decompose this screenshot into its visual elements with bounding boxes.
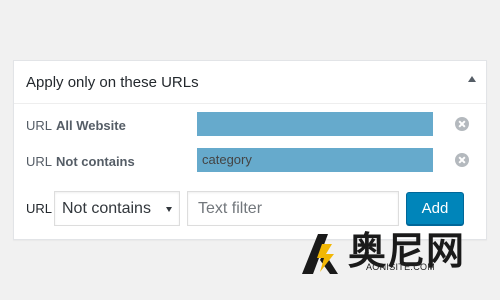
condition-select-value: Not contains: [62, 200, 151, 217]
add-rule-row: URL Not contains Add: [14, 191, 486, 227]
rule-condition-label: All Website: [56, 118, 126, 133]
dropdown-arrow-icon: [166, 207, 172, 212]
text-filter-input[interactable]: [187, 191, 399, 226]
collapse-up-icon[interactable]: [468, 76, 476, 82]
rule-row: URL All Website: [14, 112, 486, 138]
add-button[interactable]: Add: [406, 192, 464, 225]
rule-type-label: URL: [26, 118, 53, 133]
watermark: 奥尼网 AONISITE.COM: [298, 228, 498, 298]
panel-header: Apply only on these URLs: [14, 61, 486, 104]
watermark-site: AONISITE.COM: [366, 262, 436, 272]
rule-type-label: URL: [26, 154, 53, 169]
aonisite-logo-icon: [302, 234, 338, 274]
rule-value: [197, 112, 433, 136]
rule-value: category: [197, 148, 433, 172]
panel-title: Apply only on these URLs: [26, 74, 199, 91]
add-rule-type-label: URL: [26, 201, 53, 216]
remove-rule-icon[interactable]: [455, 117, 469, 131]
rule-condition-label: Not contains: [56, 154, 135, 169]
condition-select[interactable]: Not contains: [54, 191, 180, 226]
rule-row: URL Not contains category: [14, 148, 486, 174]
url-rules-panel: Apply only on these URLs URL All Website…: [13, 60, 487, 240]
remove-rule-icon[interactable]: [455, 153, 469, 167]
